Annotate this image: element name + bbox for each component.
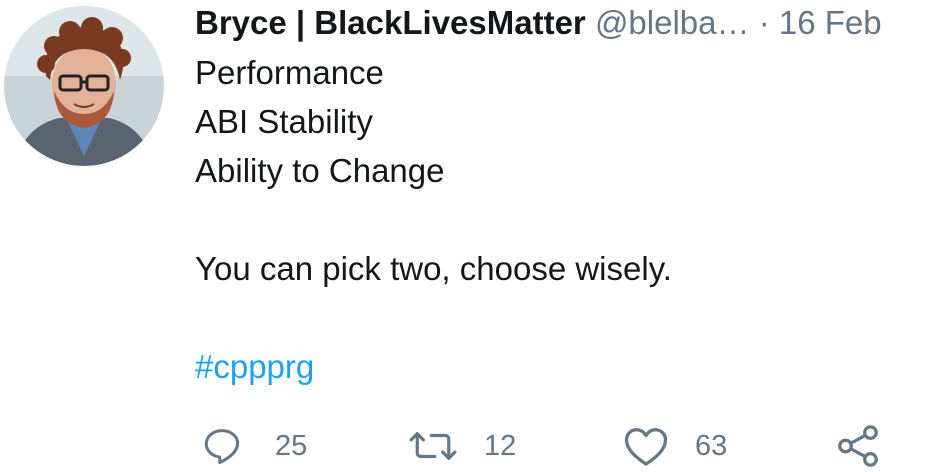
like-count: 63 bbox=[695, 429, 728, 462]
tweet-date[interactable]: 16 Feb bbox=[779, 4, 882, 41]
tweet[interactable]: Bryce | BlackLivesMatter @blelba… · 16 F… bbox=[0, 0, 943, 472]
tweet-line-3: Ability to Change bbox=[195, 152, 445, 189]
retweet-count: 12 bbox=[484, 429, 517, 462]
reply-button[interactable]: 25 bbox=[201, 420, 307, 472]
like-button[interactable]: 63 bbox=[623, 420, 727, 472]
share-icon bbox=[838, 425, 878, 467]
tweet-header: Bryce | BlackLivesMatter @blelba… · 16 F… bbox=[195, 0, 943, 46]
hashtag-link[interactable]: #cppprg bbox=[195, 342, 935, 391]
tweet-line-1: Performance bbox=[195, 54, 384, 91]
retweet-button[interactable]: 12 bbox=[408, 420, 516, 472]
reply-icon bbox=[204, 429, 240, 465]
display-name[interactable]: Bryce | BlackLivesMatter bbox=[195, 4, 586, 41]
retweet-icon bbox=[409, 432, 457, 460]
tweet-actions: 25 12 63 bbox=[195, 420, 943, 472]
avatar[interactable] bbox=[4, 6, 164, 166]
tweet-closing-line: You can pick two, choose wisely. bbox=[195, 250, 672, 287]
heart-icon bbox=[624, 428, 668, 466]
header-separator: · bbox=[758, 4, 770, 41]
user-avatar-icon bbox=[4, 6, 164, 166]
tweet-text: Performance ABI Stability Ability to Cha… bbox=[195, 48, 935, 391]
reply-count: 25 bbox=[275, 429, 308, 462]
user-handle[interactable]: @blelba… bbox=[595, 4, 750, 41]
tweet-line-2: ABI Stability bbox=[195, 103, 373, 140]
share-button[interactable] bbox=[835, 420, 881, 472]
